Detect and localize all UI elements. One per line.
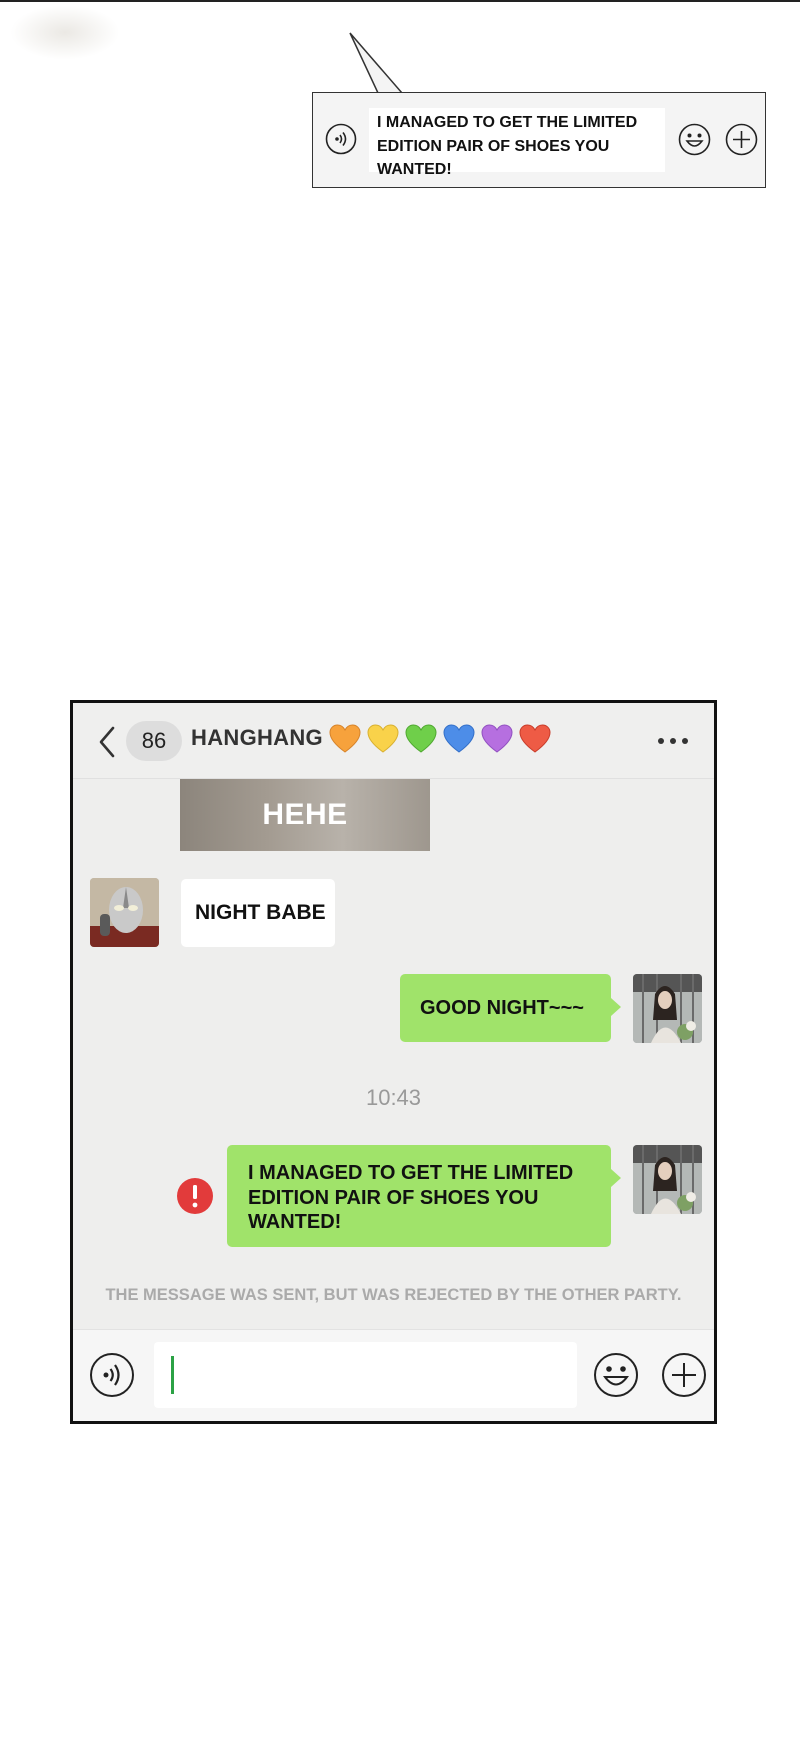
heart-emoji-row [328, 722, 552, 756]
panel-top-border [0, 0, 800, 2]
image-message[interactable]: HEHE [180, 779, 430, 851]
speech-input-field: I MANAGED TO GET THE LIMITED EDITION PAI… [369, 108, 665, 178]
message-input[interactable] [154, 1342, 577, 1408]
plus-icon[interactable] [661, 1352, 707, 1398]
rejection-notice: THE MESSAGE WAS SENT, BUT WAS REJECTED B… [105, 1286, 682, 1304]
plus-icon [725, 123, 758, 156]
image-caption: HEHE [262, 798, 348, 831]
incoming-message-text: NIGHT BABE [195, 901, 326, 924]
input-bar [73, 1329, 714, 1421]
outgoing-message-bubble[interactable]: GOOD NIGHT~~~ [400, 974, 621, 1042]
green-heart-icon [405, 724, 437, 753]
incoming-message-bubble[interactable]: NIGHT BABE [181, 879, 335, 947]
speech-balloon-tail [349, 32, 404, 94]
user-avatar[interactable] [633, 974, 702, 1043]
text-cursor [171, 1356, 174, 1394]
emoji-icon[interactable] [593, 1352, 639, 1398]
paper-smudge [10, 5, 120, 60]
chat-header: 86 HANGHANG [73, 703, 714, 779]
more-options-icon[interactable] [656, 736, 690, 746]
error-alert-icon[interactable] [176, 1177, 214, 1215]
user-photo-icon [633, 1145, 702, 1214]
message-timestamp: 10:43 [365, 1085, 422, 1110]
unread-count-badge: 86 [126, 721, 182, 761]
emoji-icon [678, 123, 711, 156]
red-heart-icon [519, 724, 551, 753]
speech-message-text: I MANAGED TO GET THE LIMITED EDITION PAI… [377, 114, 638, 178]
voice-icon [325, 123, 357, 155]
failed-outgoing-message-bubble[interactable]: I MANAGED TO GET THE LIMITED EDITION PAI… [227, 1145, 621, 1247]
contact-avatar[interactable] [90, 878, 159, 947]
yellow-heart-icon [367, 724, 399, 753]
purple-heart-icon [481, 724, 513, 753]
ultraman-avatar-icon [90, 878, 159, 947]
chat-window: 86 HANGHANG HEHE NIGHT BABE GOOD NIGHT~~… [70, 700, 717, 1424]
user-photo-icon [633, 974, 702, 1043]
failed-message-text: I MANAGED TO GET THE LIMITED EDITION PAI… [248, 1162, 574, 1233]
speech-balloon-chat-bar: I MANAGED TO GET THE LIMITED EDITION PAI… [312, 92, 766, 188]
user-avatar[interactable] [633, 1145, 702, 1214]
outgoing-message-text: GOOD NIGHT~~~ [420, 997, 584, 1019]
contact-name: HANGHANG [191, 725, 323, 750]
blue-heart-icon [443, 724, 475, 753]
back-chevron-icon[interactable] [97, 725, 117, 759]
voice-icon[interactable] [89, 1352, 135, 1398]
orange-heart-icon [329, 724, 361, 753]
